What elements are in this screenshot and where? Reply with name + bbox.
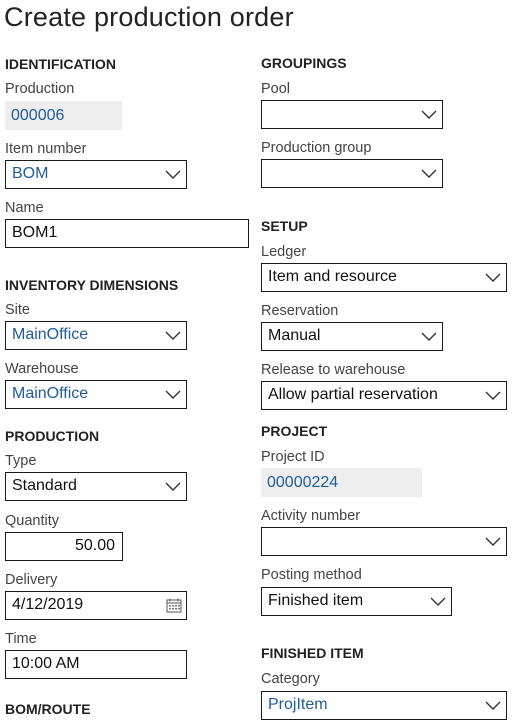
quantity-label: Quantity: [5, 513, 59, 529]
section-bom-route-heading: BOM/ROUTE: [5, 701, 91, 717]
category-label: Category: [261, 671, 320, 687]
posting-method-label: Posting method: [261, 567, 362, 583]
posting-method-value: Finished item: [268, 592, 364, 609]
type-value: Standard: [12, 477, 77, 494]
site-dropdown[interactable]: MainOffice: [5, 321, 187, 350]
pool-dropdown[interactable]: [261, 100, 443, 129]
name-input[interactable]: BOM1: [5, 219, 249, 248]
pool-label: Pool: [261, 81, 291, 97]
chevron-down-icon: [485, 273, 501, 282]
section-project-heading: PROJECT: [261, 423, 328, 439]
time-label: Time: [5, 631, 37, 647]
category-dropdown[interactable]: ProjItem: [261, 691, 507, 720]
production-label: Production: [5, 81, 75, 97]
quantity-input[interactable]: 50.00: [5, 532, 123, 561]
chevron-down-icon: [165, 170, 181, 179]
production-group-label: Production group: [261, 140, 372, 156]
page-title: Create production order: [4, 2, 294, 32]
warehouse-dropdown[interactable]: MainOffice: [5, 380, 187, 409]
chevron-down-icon: [430, 597, 446, 606]
activity-number-label: Activity number: [261, 508, 361, 524]
posting-method-dropdown[interactable]: Finished item: [261, 587, 452, 616]
ledger-value: Item and resource: [268, 268, 397, 285]
production-number-value: 000006: [11, 107, 65, 124]
chevron-down-icon: [421, 332, 437, 341]
production-group-dropdown[interactable]: [261, 159, 443, 188]
type-label: Type: [5, 453, 37, 469]
ledger-label: Ledger: [261, 244, 307, 260]
quantity-value: 50.00: [74, 537, 115, 554]
time-input[interactable]: 10:00 AM: [5, 650, 187, 679]
item-number-dropdown[interactable]: BOM: [5, 160, 187, 189]
section-inventory-dimensions-heading: INVENTORY DIMENSIONS: [5, 277, 179, 293]
reservation-value: Manual: [268, 327, 321, 344]
section-production-heading: PRODUCTION: [5, 428, 100, 444]
time-value: 10:00 AM: [12, 655, 80, 672]
ledger-dropdown[interactable]: Item and resource: [261, 263, 507, 292]
chevron-down-icon: [421, 110, 437, 119]
production-number-field: 000006: [5, 101, 122, 130]
section-groupings-heading: GROUPINGS: [261, 55, 347, 71]
chevron-down-icon: [165, 331, 181, 340]
project-id-value: 00000224: [267, 474, 339, 491]
warehouse-label: Warehouse: [5, 361, 79, 377]
warehouse-value: MainOffice: [12, 385, 89, 402]
calendar-icon[interactable]: [166, 598, 182, 613]
delivery-value: 4/12/2019: [12, 596, 84, 613]
activity-number-dropdown[interactable]: [261, 527, 507, 556]
section-identification-heading: IDENTIFICATION: [5, 56, 116, 72]
category-value: ProjItem: [268, 696, 328, 713]
site-label: Site: [5, 302, 30, 318]
site-value: MainOffice: [12, 326, 89, 343]
reservation-label: Reservation: [261, 303, 339, 319]
type-dropdown[interactable]: Standard: [5, 472, 187, 501]
project-id-field[interactable]: 00000224: [261, 468, 422, 497]
release-to-warehouse-value: Allow partial reservation: [268, 386, 438, 403]
release-to-warehouse-dropdown[interactable]: Allow partial reservation: [261, 381, 507, 410]
delivery-date-input[interactable]: 4/12/2019: [5, 591, 187, 620]
delivery-label: Delivery: [5, 572, 58, 588]
chevron-down-icon: [421, 169, 437, 178]
name-label: Name: [5, 200, 44, 216]
chevron-down-icon: [165, 482, 181, 491]
chevron-down-icon: [485, 701, 501, 710]
reservation-dropdown[interactable]: Manual: [261, 322, 443, 351]
chevron-down-icon: [485, 391, 501, 400]
chevron-down-icon: [485, 537, 501, 546]
item-number-value: BOM: [12, 165, 49, 182]
item-number-label: Item number: [5, 141, 87, 157]
chevron-down-icon: [165, 390, 181, 399]
section-finished-item-heading: FINISHED ITEM: [261, 645, 364, 661]
section-setup-heading: SETUP: [261, 218, 308, 234]
project-id-label: Project ID: [261, 449, 325, 465]
release-to-warehouse-label: Release to warehouse: [261, 362, 406, 378]
name-value: BOM1: [12, 224, 58, 241]
